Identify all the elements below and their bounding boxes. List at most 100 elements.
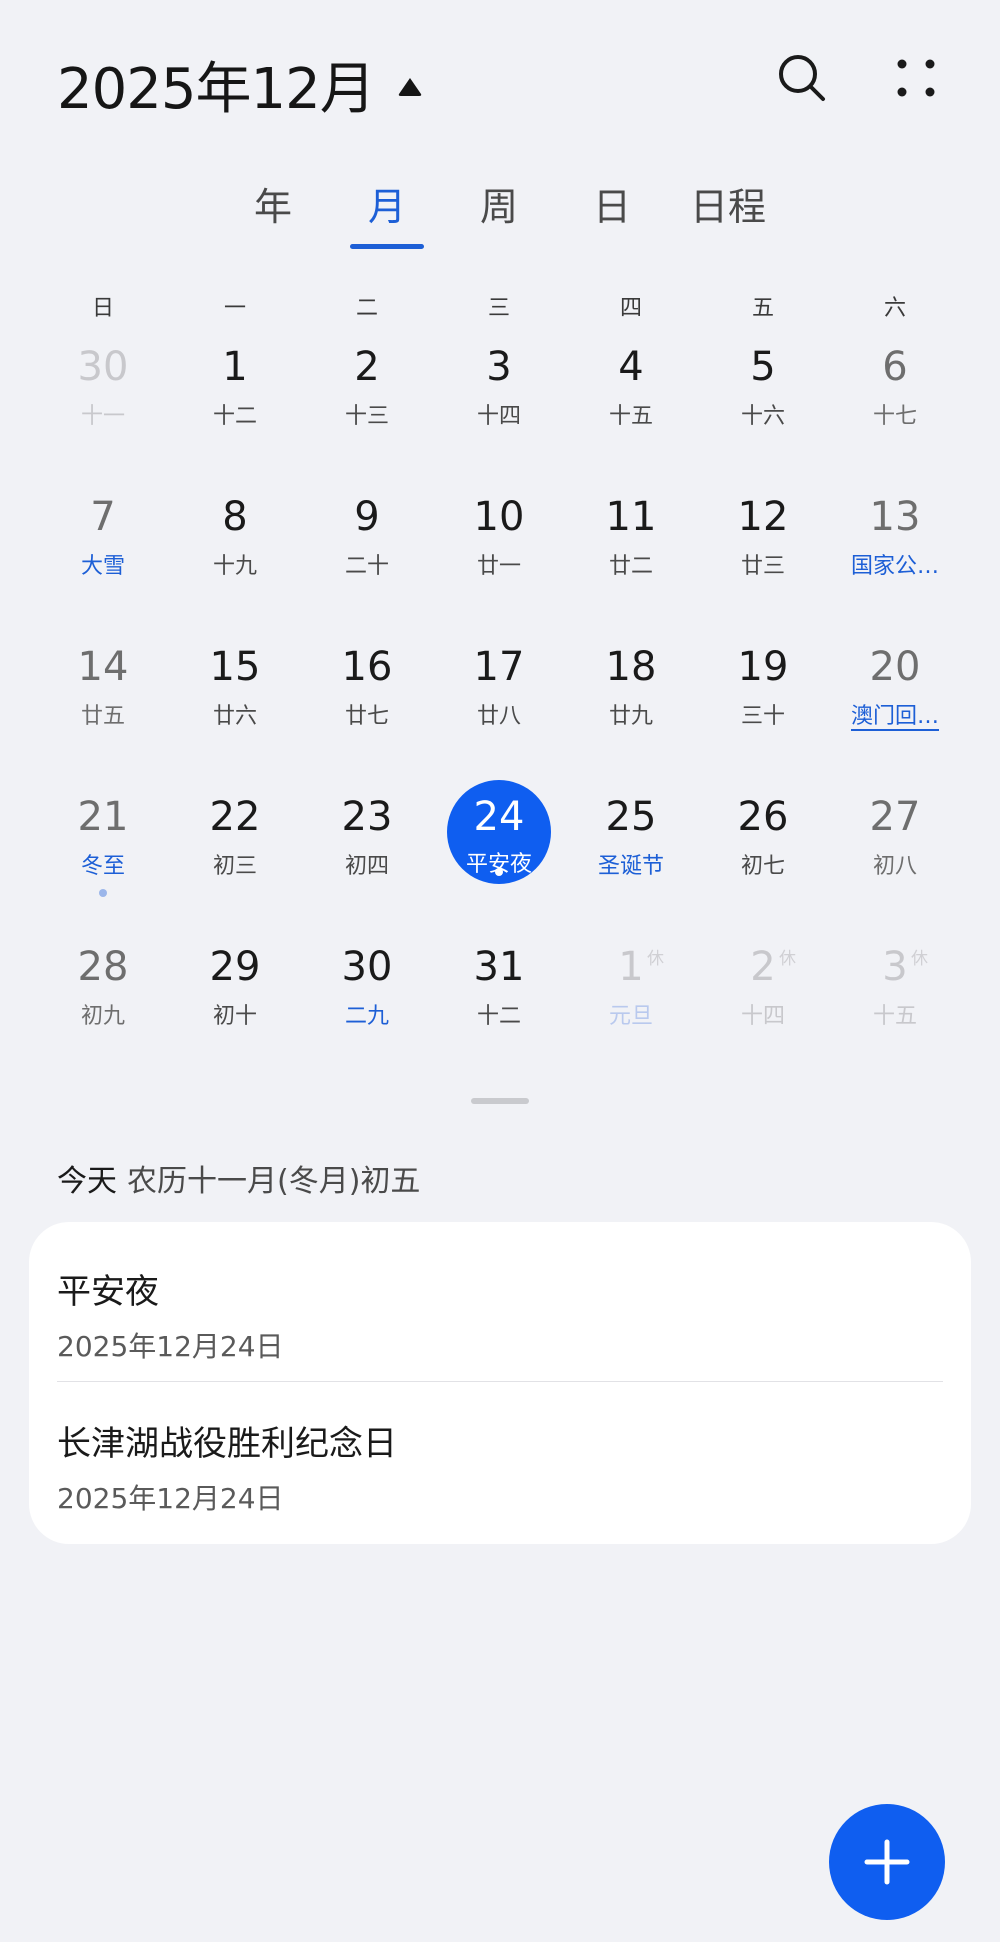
more-button[interactable] [888,50,944,106]
event-title: 长津湖战役胜利纪念日 [57,1424,397,1464]
day-number: 24 [473,794,525,840]
day-cell[interactable]: 7 大雪 [37,490,169,610]
day-cell[interactable]: 30 十一 [37,340,169,460]
day-cell[interactable]: 2 休十四 [697,940,829,1060]
day-cell[interactable]: 1 休元旦 [565,940,697,1060]
day-number: 25 [605,794,657,840]
week-row: 7 大雪 8 十九 9 二十 10 廿一 11 廿二 12 廿三 13 国家公… [37,490,963,640]
day-number: 6 [882,344,908,390]
day-number: 1 [222,344,248,390]
day-cell[interactable]: 31 十二 [433,940,565,1060]
search-button[interactable] [774,50,830,106]
day-cell[interactable]: 3 休十五 [829,940,961,1060]
day-number: 10 [473,494,525,540]
day-number: 16 [341,644,393,690]
lunar-label: 廿七 [344,704,389,729]
divider [57,1381,943,1382]
day-number: 30 [341,944,393,990]
add-event-button[interactable] [829,1804,945,1920]
lunar-label: 初七 [740,854,785,879]
day-number: 2 [750,944,776,990]
day-cell[interactable]: 17 廿八 [433,640,565,760]
day-cell[interactable]: 12 廿三 [697,490,829,610]
day-number: 29 [209,944,261,990]
today-lunar-date: 农历十一月(冬月)初五 [127,1164,421,1199]
day-cell[interactable]: 19 三十 [697,640,829,760]
page-title: 2025年12月 [57,57,376,122]
day-cell[interactable]: 2 十三 [301,340,433,460]
event-item[interactable]: 长津湖战役胜利纪念日 2025年12月24日 [57,1416,943,1517]
day-cell[interactable]: 16 廿七 [301,640,433,760]
day-number: 14 [77,644,129,690]
today-label: 今天 [57,1164,117,1199]
weekday-label: 日 [91,296,114,321]
day-cell[interactable]: 15 廿六 [169,640,301,760]
day-number: 17 [473,644,525,690]
day-number: 15 [209,644,261,690]
day-cell[interactable]: 4 十五 [565,340,697,460]
day-cell[interactable]: 5 十六 [697,340,829,460]
day-number: 2 [354,344,380,390]
day-number: 7 [90,494,116,540]
day-cell[interactable]: 23 初四 [301,790,433,910]
lunar-label: 廿九 [608,704,653,729]
day-cell[interactable]: 27 初八 [829,790,961,910]
week-row: 14 廿五 15 廿六 16 廿七 17 廿八 18 廿九 19 三十 20 澳门回… [37,640,963,790]
day-cell[interactable]: 25 圣诞节 [565,790,697,910]
day-cell[interactable]: 8 十九 [169,490,301,610]
lunar-label: 冬至 [80,854,125,879]
day-cell[interactable]: 11 廿二 [565,490,697,610]
day-cell[interactable]: 28 初九 [37,940,169,1060]
lunar-label: 廿二 [608,554,653,579]
event-item[interactable]: 平安夜 2025年12月24日 [57,1264,943,1365]
day-number: 1 [618,944,644,990]
day-cell[interactable]: 14 廿五 [37,640,169,760]
weekday-label: 六 [883,296,906,321]
day-cell[interactable]: 9 二十 [301,490,433,610]
day-cell[interactable]: 6 十七 [829,340,961,460]
week-row: 30 十一 1 十二 2 十三 3 十四 4 十五 5 十六 6 十七 [37,340,963,490]
lunar-label: 初八 [872,854,917,879]
day-cell[interactable]: 13 国家公… [829,490,961,610]
day-cell[interactable]: 10 廿一 [433,490,565,610]
day-cell[interactable]: 22 初三 [169,790,301,910]
weekday-label: 一 [223,296,246,321]
month-grid: 30 十一 1 十二 2 十三 3 十四 4 十五 5 十六 6 十七 7 大雪 8 十九 9 二十 10 廿一 11 廿二 1… [37,340,963,1090]
lunar-label: 二九 [344,1004,389,1029]
day-cell[interactable]: 21 冬至 [37,790,169,910]
day-cell-today[interactable]: 24 平安夜 [433,780,565,910]
day-number: 9 [354,494,380,540]
weekday-label: 五 [751,296,774,321]
event-dot [99,889,107,897]
view-tabs: 年 月 周 日 日程 [0,176,1000,256]
day-cell[interactable]: 18 廿九 [565,640,697,760]
lunar-label: 十六 [740,404,785,429]
lunar-label: 三十 [740,704,785,729]
day-number: 13 [869,494,921,540]
day-cell[interactable]: 30 二九 [301,940,433,1060]
day-number: 3 [486,344,512,390]
day-number: 19 [737,644,789,690]
day-cell[interactable]: 1 十二 [169,340,301,460]
lunar-label: 廿一 [476,554,521,579]
day-number: 26 [737,794,789,840]
lunar-label: 二十 [344,554,389,579]
sheet-drag-handle[interactable] [471,1098,529,1104]
day-cell[interactable]: 29 初十 [169,940,301,1060]
tab-month[interactable]: 月 [368,176,406,231]
day-number: 21 [77,794,129,840]
day-cell[interactable]: 3 十四 [433,340,565,460]
tab-year[interactable]: 年 [254,176,292,231]
tab-week[interactable]: 周 [480,176,518,231]
day-cell[interactable]: 26 初七 [697,790,829,910]
month-selector[interactable]: 2025年12月 [57,44,423,125]
tab-day[interactable]: 日 [593,176,631,231]
lunar-label: 十一 [80,404,125,429]
event-date: 2025年12月24日 [57,1482,284,1515]
lunar-label: 初三 [212,854,257,879]
tab-schedule[interactable]: 日程 [690,176,766,231]
search-icon [779,55,825,101]
day-cell[interactable]: 20 澳门回… [829,640,961,760]
day-number: 30 [77,344,129,390]
lunar-label: 大雪 [80,554,125,579]
